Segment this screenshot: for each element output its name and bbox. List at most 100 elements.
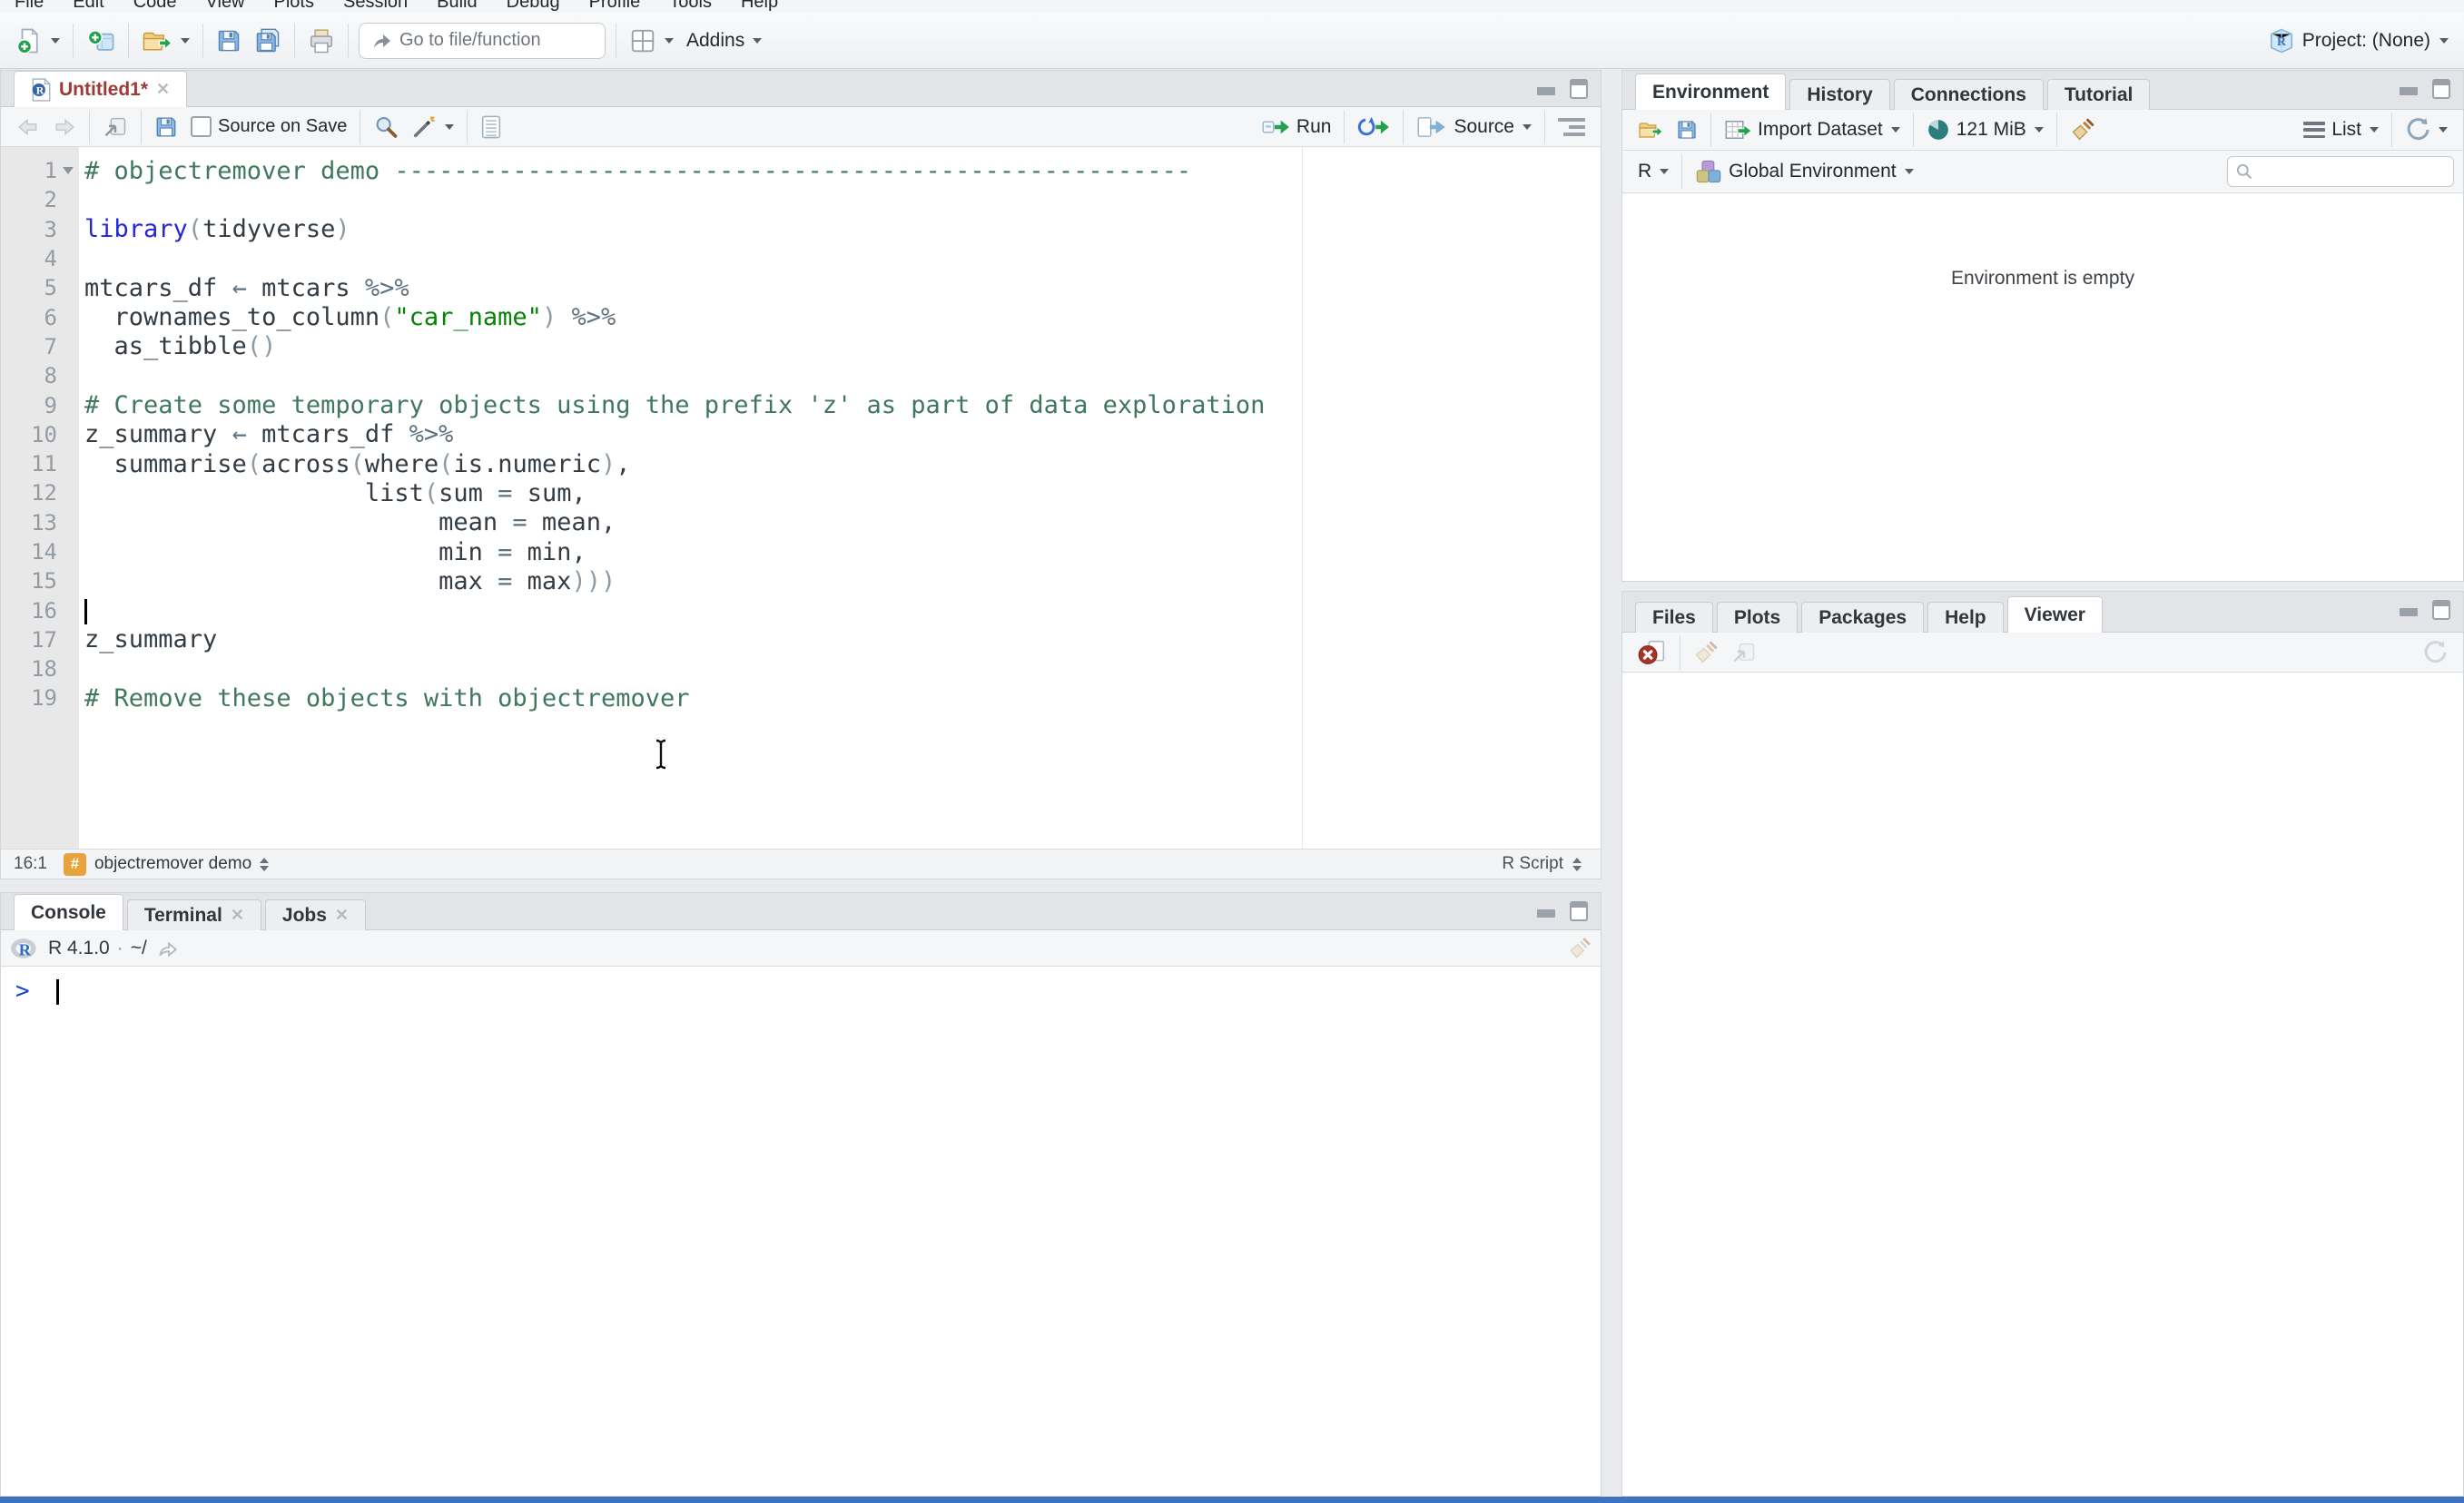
code-editor[interactable]: 1 # objectremover demo ------------------… [1, 147, 1601, 849]
working-directory[interactable]: ~/ [131, 938, 147, 959]
clear-console-icon[interactable] [1568, 937, 1592, 960]
code-line-7[interactable]: 7 as_tibble() [1, 332, 1601, 361]
minimize-viewer-icon[interactable] [2398, 600, 2420, 618]
menu-view[interactable]: View [192, 0, 260, 13]
code-line-9[interactable]: 9 # Create some temporary objects using t… [1, 390, 1601, 419]
viewer-open-new-window-button[interactable] [1725, 636, 1763, 669]
code-line-14[interactable]: 14 min = min, [1, 537, 1601, 566]
file-type-selector[interactable]: R Script [1495, 850, 1588, 879]
tab-untitled1[interactable]: R Untitled1* ✕ [14, 71, 188, 107]
fold-arrow-icon[interactable] [57, 167, 79, 175]
menu-code[interactable]: Code [119, 0, 192, 13]
tab-connections[interactable]: Connections [1893, 79, 2044, 110]
code-line-12[interactable]: 12 list(sum = sum, [1, 478, 1601, 507]
line-number[interactable]: 10 [1, 422, 57, 447]
code-line-11[interactable]: 11 summarise(across(where(is.numeric), [1, 449, 1601, 478]
language-selector[interactable]: R [1631, 156, 1675, 187]
menu-build[interactable]: Build [422, 0, 491, 13]
code-line-6[interactable]: 6 rownames_to_column("car_name") %>% [1, 302, 1601, 331]
import-dataset-button[interactable]: Import Dataset [1718, 113, 1907, 146]
line-number[interactable]: 7 [1, 334, 57, 359]
source-on-save-checkbox[interactable] [191, 116, 212, 137]
document-outline-button[interactable] [1552, 113, 1592, 141]
tab-help[interactable]: Help [1927, 602, 2004, 633]
new-file-dropdown-caret[interactable] [51, 37, 60, 44]
back-button[interactable] [10, 112, 46, 142]
maximize-source-icon[interactable] [1570, 79, 1588, 99]
menu-profile[interactable]: Profile [575, 0, 655, 13]
code-line-3[interactable]: 3 library(tidyverse) [1, 215, 1601, 244]
project-menu-button[interactable]: R Project: (None) [2262, 23, 2455, 59]
line-number[interactable]: 4 [1, 246, 57, 271]
maximize-environment-icon[interactable] [2432, 79, 2450, 99]
save-all-button[interactable] [248, 23, 288, 59]
line-number[interactable]: 1 [1, 158, 57, 183]
menu-plots[interactable]: Plots [260, 0, 329, 13]
goto-file-function-box[interactable] [359, 22, 606, 59]
line-number[interactable]: 17 [1, 627, 57, 653]
line-number[interactable]: 9 [1, 393, 57, 418]
code-line-4[interactable]: 4 [1, 244, 1601, 273]
find-replace-button[interactable] [367, 110, 405, 144]
open-file-dropdown-caret[interactable] [181, 37, 190, 44]
save-button[interactable] [210, 24, 248, 58]
minimize-environment-icon[interactable] [2398, 79, 2420, 97]
code-line-19[interactable]: 19 # Remove these objects with objectremo… [1, 683, 1601, 712]
tab-viewer[interactable]: Viewer [2006, 596, 2103, 633]
clear-environment-button[interactable] [2064, 113, 2102, 147]
line-number[interactable]: 18 [1, 656, 57, 682]
clear-viewer-button[interactable] [1687, 635, 1725, 670]
menu-tools[interactable]: Tools [655, 0, 726, 13]
open-directory-icon[interactable] [156, 938, 180, 959]
environment-search-input[interactable] [2259, 162, 2431, 182]
line-number[interactable]: 8 [1, 363, 57, 388]
tab-tutorial[interactable]: Tutorial [2046, 79, 2151, 110]
source-dropdown-caret[interactable] [1523, 123, 1532, 130]
menu-file[interactable]: File [0, 0, 58, 13]
open-in-new-window-button[interactable] [96, 111, 134, 143]
menu-help[interactable]: Help [726, 0, 793, 13]
open-file-button[interactable] [135, 24, 196, 58]
source-file-button[interactable]: Source [1410, 111, 1538, 143]
minimize-source-icon[interactable] [1535, 79, 1557, 97]
print-button[interactable] [301, 23, 341, 59]
tab-close-icon[interactable]: ✕ [156, 80, 170, 99]
maximize-console-icon[interactable] [1570, 901, 1588, 921]
code-line-10[interactable]: 10 z_summary ← mtcars_df %>% [1, 420, 1601, 449]
code-line-16[interactable]: 16 [1, 595, 1601, 624]
tab-jobs[interactable]: Jobs ✕ [264, 899, 367, 930]
line-number[interactable]: 14 [1, 539, 57, 565]
tab-environment[interactable]: Environment [1635, 74, 1787, 110]
section-navigator[interactable]: # objectremover demo [60, 851, 272, 878]
tab-close-icon[interactable]: ✕ [335, 906, 349, 925]
pane-layout-dropdown-caret[interactable] [665, 37, 674, 44]
new-project-button[interactable] [80, 23, 122, 59]
goto-input[interactable] [399, 30, 581, 51]
forward-button[interactable] [46, 112, 83, 142]
line-number[interactable]: 6 [1, 305, 57, 330]
scope-selector[interactable]: Global Environment [1689, 154, 1919, 189]
line-number[interactable]: 11 [1, 451, 57, 476]
environment-search-box[interactable] [2227, 156, 2454, 187]
code-line-18[interactable]: 18 [1, 654, 1601, 683]
line-number[interactable]: 12 [1, 480, 57, 506]
rerun-button[interactable] [1351, 111, 1396, 143]
tab-terminal[interactable]: Terminal ✕ [126, 899, 261, 930]
line-number[interactable]: 5 [1, 275, 57, 300]
menu-edit[interactable]: Edit [58, 0, 118, 13]
load-workspace-button[interactable] [1631, 114, 1670, 145]
tab-packages[interactable]: Packages [1801, 602, 1925, 633]
code-line-2[interactable]: 2 [1, 185, 1601, 214]
code-line-5[interactable]: 5 mtcars_df ← mtcars %>% [1, 273, 1601, 302]
line-number[interactable]: 19 [1, 685, 57, 711]
save-workspace-button[interactable] [1670, 114, 1704, 145]
refresh-viewer-button[interactable] [2416, 635, 2454, 670]
code-tools-dropdown-caret[interactable] [445, 123, 455, 130]
stop-viewer-button[interactable] [1631, 634, 1673, 671]
line-number[interactable]: 15 [1, 568, 57, 594]
line-number[interactable]: 2 [1, 187, 57, 212]
pane-layout-button[interactable] [623, 23, 680, 59]
addins-button[interactable]: Addins [680, 25, 768, 56]
menu-session[interactable]: Session [329, 0, 422, 13]
new-file-button[interactable] [9, 23, 66, 59]
